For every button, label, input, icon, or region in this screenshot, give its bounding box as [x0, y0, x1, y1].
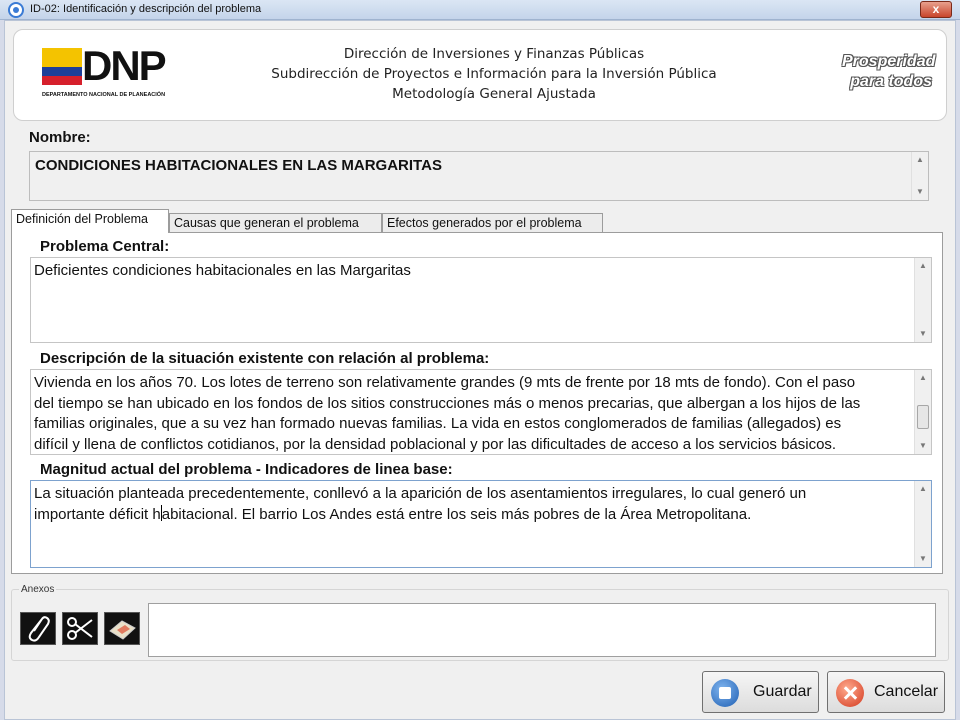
magnitud-field[interactable]: La situación planteada precedentemente, … — [30, 480, 932, 568]
slogan-line-2: para todos — [850, 73, 932, 90]
title-bar: ID-02: Identificación y descripción del … — [0, 0, 960, 20]
cancel-icon — [836, 679, 864, 707]
scroll-down-icon[interactable]: ▼ — [915, 326, 931, 342]
tab-efectos[interactable]: Efectos generados por el problema — [382, 213, 603, 233]
scissors-icon[interactable] — [62, 612, 98, 645]
dnp-logo-text: DNP — [82, 42, 167, 89]
descripcion-scrollbar[interactable]: ▲ ▼ — [914, 370, 931, 454]
nombre-label: Nombre: — [29, 129, 91, 146]
scroll-down-icon[interactable]: ▼ — [915, 551, 931, 567]
magnitud-label: Magnitud actual del problema - Indicador… — [40, 461, 453, 478]
magnitud-line-2-b: abitacional. El barrio Los Andes está en… — [161, 505, 752, 523]
paperclip-icon[interactable] — [20, 612, 56, 645]
save-button-label: Guardar — [753, 683, 812, 700]
anexos-group: Anexos — [11, 584, 949, 661]
descripcion-line: del tiempo se han ubicado en los fondos … — [34, 394, 861, 412]
problema-central-value: Deficientes condiciones habitacionales e… — [34, 262, 411, 279]
problema-central-field[interactable]: Deficientes condiciones habitacionales e… — [30, 257, 932, 343]
magnitud-text: La situación planteada precedentemente, … — [34, 484, 909, 525]
scroll-up-icon[interactable]: ▲ — [915, 258, 931, 274]
dnp-logo-subtitle: DEPARTAMENTO NACIONAL DE PLANEACIÓN — [42, 92, 166, 98]
problema-central-label: Problema Central: — [40, 238, 170, 255]
cancel-button[interactable]: Cancelar — [827, 671, 945, 713]
anexos-field[interactable] — [148, 603, 936, 657]
window-title: ID-02: Identificación y descripción del … — [30, 3, 262, 15]
scroll-up-icon[interactable]: ▲ — [915, 370, 931, 386]
descripcion-field[interactable]: Vivienda en los años 70. Los lotes de te… — [30, 369, 932, 455]
header-banner: DNP DEPARTAMENTO NACIONAL DE PLANEACIÓN … — [13, 29, 947, 121]
close-button[interactable]: x — [920, 1, 952, 18]
tab-panel-definicion: Problema Central: Deficientes condicione… — [11, 232, 943, 574]
app-icon — [8, 2, 24, 18]
colombia-flag-icon — [42, 48, 82, 85]
magnitud-line-2: importante déficit habitacional. El barr… — [34, 504, 909, 526]
descripcion-line: Vivienda en los años 70. Los lotes de te… — [34, 374, 856, 391]
cancel-button-label: Cancelar — [874, 683, 939, 700]
header-line-3: Metodología General Ajustada — [392, 86, 596, 102]
descripcion-label: Descripción de la situación existente co… — [40, 350, 490, 367]
anexos-label: Anexos — [19, 584, 57, 595]
dialog-window: DNP DEPARTAMENTO NACIONAL DE PLANEACIÓN … — [4, 20, 956, 720]
map-icon[interactable] — [104, 612, 140, 645]
descripcion-line: difícil y llena de conflictos cotidianos… — [34, 435, 837, 453]
descripcion-text: Vivienda en los años 70. Los lotes de te… — [34, 373, 909, 455]
tab-definicion[interactable]: Definición del Problema — [11, 209, 169, 233]
magnitud-scrollbar[interactable]: ▲ ▼ — [914, 481, 931, 567]
slogan-line-1: Prosperidad — [842, 53, 936, 70]
nombre-value: CONDICIONES HABITACIONALES EN LAS MARGAR… — [35, 157, 442, 174]
scroll-up-icon[interactable]: ▲ — [912, 152, 928, 168]
problema-scrollbar[interactable]: ▲ ▼ — [914, 258, 931, 342]
scroll-up-icon[interactable]: ▲ — [915, 481, 931, 497]
header-line-1: Dirección de Inversiones y Finanzas Públ… — [343, 46, 645, 62]
magnitud-line-1: La situación planteada precedentemente, … — [34, 485, 807, 502]
scroll-down-icon[interactable]: ▼ — [912, 184, 928, 200]
header-titles: Dirección de Inversiones y Finanzas Públ… — [214, 44, 774, 104]
dnp-logo: DNP DEPARTAMENTO NACIONAL DE PLANEACIÓN — [42, 42, 182, 102]
scroll-down-icon[interactable]: ▼ — [915, 438, 931, 454]
descripcion-line: familias originales, que a su vez han fo… — [34, 415, 842, 432]
header-line-2: Subdirección de Proyectos e Información … — [271, 66, 717, 82]
save-icon — [711, 679, 739, 707]
save-button[interactable]: Guardar — [702, 671, 819, 713]
scroll-thumb[interactable] — [917, 405, 929, 429]
magnitud-line-2-a: importante déficit h — [34, 505, 161, 523]
tab-causas[interactable]: Causas que generan el problema — [169, 213, 382, 233]
nombre-scrollbar[interactable]: ▲ ▼ — [911, 152, 928, 200]
prosperidad-logo: Prosperidad para todos — [842, 52, 936, 98]
nombre-field[interactable]: CONDICIONES HABITACIONALES EN LAS MARGAR… — [29, 151, 929, 201]
